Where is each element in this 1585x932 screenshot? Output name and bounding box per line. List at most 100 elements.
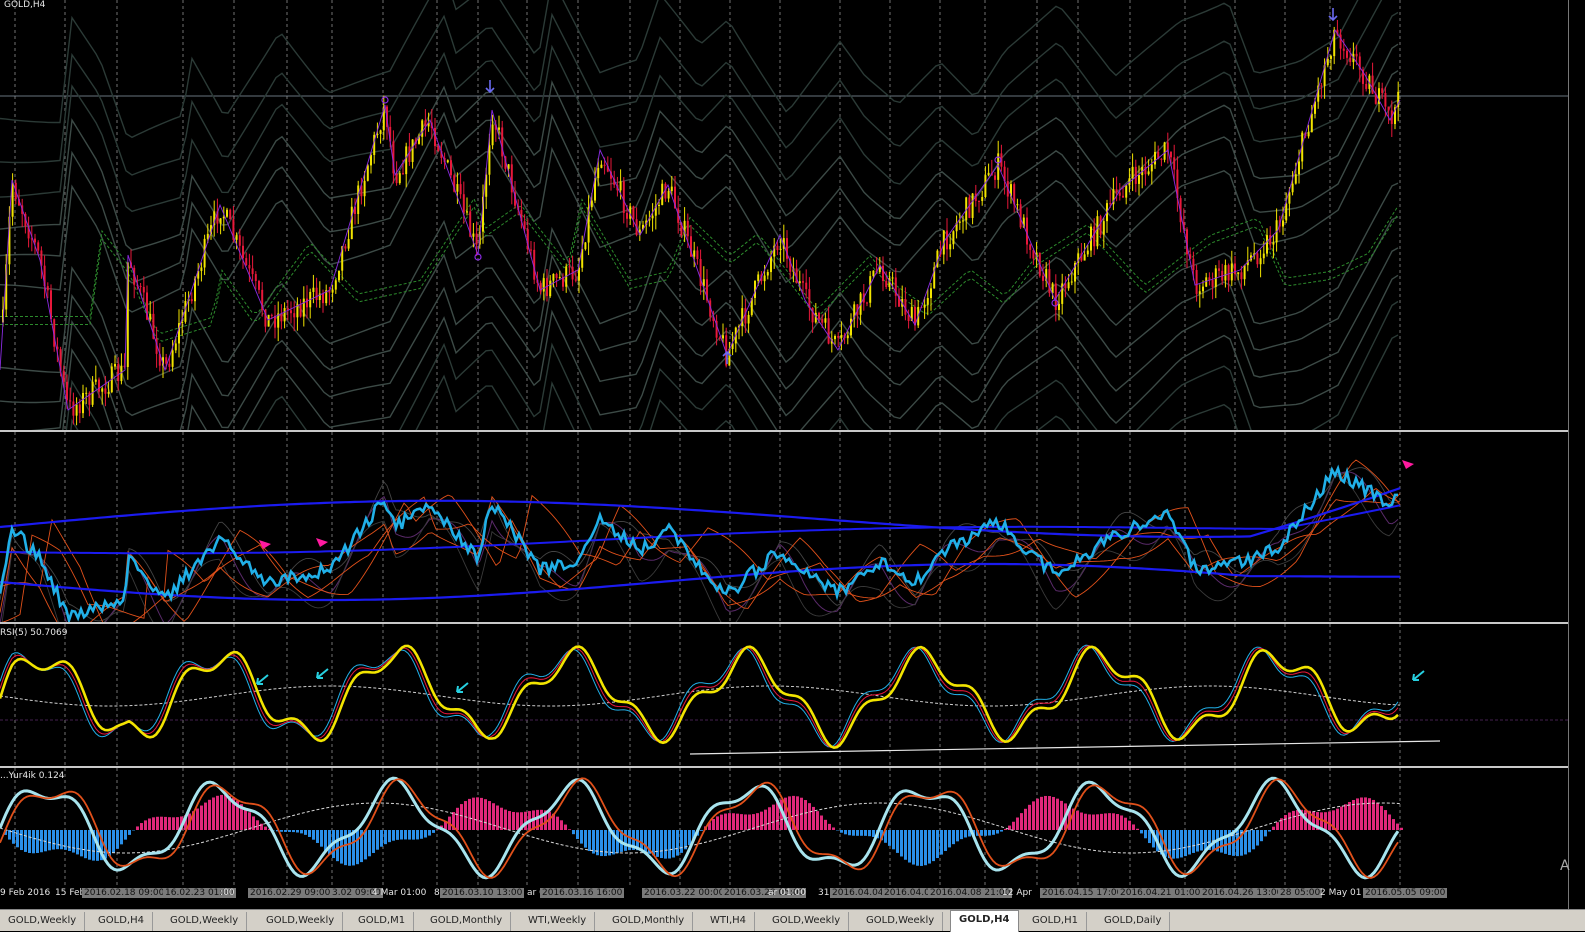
candle-body <box>840 335 842 338</box>
candle-body <box>447 160 449 162</box>
histogram-bar <box>1140 830 1143 833</box>
histogram-bar <box>952 830 955 844</box>
rsi-canvas[interactable] <box>0 624 1568 766</box>
candle-body <box>626 213 628 219</box>
time-axis-label: 2016.04.0 <box>882 888 932 898</box>
histogram-bar <box>1176 830 1179 858</box>
chart-tab[interactable]: GOLD,Weekly <box>764 912 849 931</box>
chart-tab[interactable]: GOLD,Weekly <box>258 912 343 931</box>
candle-body <box>652 216 654 219</box>
chart-tab[interactable]: GOLD,Monthly <box>422 912 511 931</box>
candle-body <box>1071 282 1073 283</box>
chart-tab[interactable]: WTI,Weekly <box>520 912 595 931</box>
signal-arrow-icon <box>1402 460 1414 469</box>
time-axis-label: 28 05:00 <box>1278 888 1322 898</box>
histogram-bar <box>576 830 579 839</box>
chart-tab[interactable]: GOLD,M1 <box>350 912 414 931</box>
chart-tab[interactable]: GOLD,H4 <box>90 912 153 931</box>
candle-body <box>421 120 423 136</box>
candle-body <box>236 235 238 240</box>
candle-body <box>866 303 868 304</box>
price-scale[interactable] <box>1568 0 1585 912</box>
histogram-bar <box>284 830 287 832</box>
histogram-bar <box>20 830 23 850</box>
histogram-bar <box>1096 814 1099 830</box>
candle-body <box>399 173 401 183</box>
histogram-bar <box>196 808 199 830</box>
histogram-bar <box>1108 813 1111 830</box>
chart-tab[interactable]: WTI,H4 <box>702 912 755 931</box>
macd-pane[interactable]: ...Yur4ik 0.124 <box>0 768 1568 886</box>
macd-canvas[interactable] <box>0 768 1568 886</box>
histogram-bar <box>764 810 767 830</box>
chart-tab[interactable]: GOLD,Weekly <box>0 912 85 931</box>
candle-body <box>1125 185 1127 197</box>
candle-body <box>1192 259 1194 270</box>
chart-tab[interactable]: GOLD,Weekly <box>858 912 943 931</box>
rsi-main-line <box>0 646 1398 748</box>
candle-body <box>1298 161 1300 174</box>
candle-body <box>1100 216 1102 235</box>
histogram-bar <box>472 798 475 830</box>
candle-body <box>108 392 110 394</box>
candle-body <box>293 313 295 317</box>
chart-tab[interactable]: GOLD,Monthly <box>604 912 693 931</box>
rsi-pane[interactable]: RSI(5) 50.7069 <box>0 624 1568 766</box>
histogram-bar <box>280 830 283 832</box>
histogram-bar <box>312 830 315 840</box>
histogram-bar <box>252 816 255 830</box>
chart-tab[interactable]: GOLD,H4 <box>950 910 1019 932</box>
histogram-bar <box>216 796 219 830</box>
histogram-bar <box>960 830 963 839</box>
candle-body <box>351 207 353 239</box>
histogram-bar <box>864 830 867 836</box>
histogram-bar <box>220 795 223 830</box>
candle-body <box>828 318 830 343</box>
histogram-bar <box>1260 830 1263 841</box>
histogram-bar <box>176 817 179 830</box>
price-chart-pane[interactable]: GOLD,H4 <box>0 0 1568 430</box>
histogram-bar <box>136 826 139 830</box>
histogram-bar <box>844 830 847 834</box>
chart-tab[interactable]: GOLD,Weekly <box>162 912 247 931</box>
candle-body <box>335 280 337 289</box>
candle-body <box>252 268 254 274</box>
histogram-bar <box>1076 811 1079 830</box>
histogram-bar <box>1192 830 1195 853</box>
chart-tab[interactable]: GOLD,Daily <box>1096 912 1170 931</box>
histogram-bar <box>940 830 943 855</box>
chart-tab[interactable]: GOLD,H1 <box>1024 912 1087 931</box>
indicator-pane-bands[interactable] <box>0 432 1568 622</box>
candle-body <box>799 281 801 283</box>
histogram-bar <box>716 816 719 830</box>
histogram-bar <box>1252 830 1255 849</box>
candle-body <box>1016 204 1018 205</box>
histogram-bar <box>1396 824 1399 830</box>
histogram-bar <box>872 830 875 837</box>
histogram-bar <box>1020 813 1023 830</box>
envelope-band-line <box>0 44 1398 250</box>
candle-body <box>834 336 836 339</box>
candle-body <box>456 184 458 192</box>
histogram-bar <box>288 830 291 832</box>
indicator-bands-canvas[interactable] <box>0 432 1568 622</box>
candle-body <box>271 315 273 316</box>
histogram-bar <box>728 813 731 830</box>
candle-body <box>1269 235 1271 244</box>
histogram-bar <box>588 830 591 851</box>
candle-body <box>837 336 839 338</box>
histogram-bar <box>768 807 771 830</box>
histogram-bar <box>816 811 819 830</box>
price-chart-canvas[interactable] <box>0 0 1568 430</box>
histogram-bar <box>1044 796 1047 830</box>
envelope-band-line <box>0 0 1398 175</box>
histogram-bar <box>84 830 87 858</box>
candle-body <box>1237 272 1239 274</box>
histogram-bar <box>68 830 71 851</box>
envelope-band-line <box>0 0 1398 137</box>
candle-body <box>946 231 948 250</box>
candle-body <box>604 165 606 166</box>
candle-body <box>767 272 769 275</box>
histogram-bar <box>248 812 251 830</box>
histogram-bar <box>404 830 407 839</box>
